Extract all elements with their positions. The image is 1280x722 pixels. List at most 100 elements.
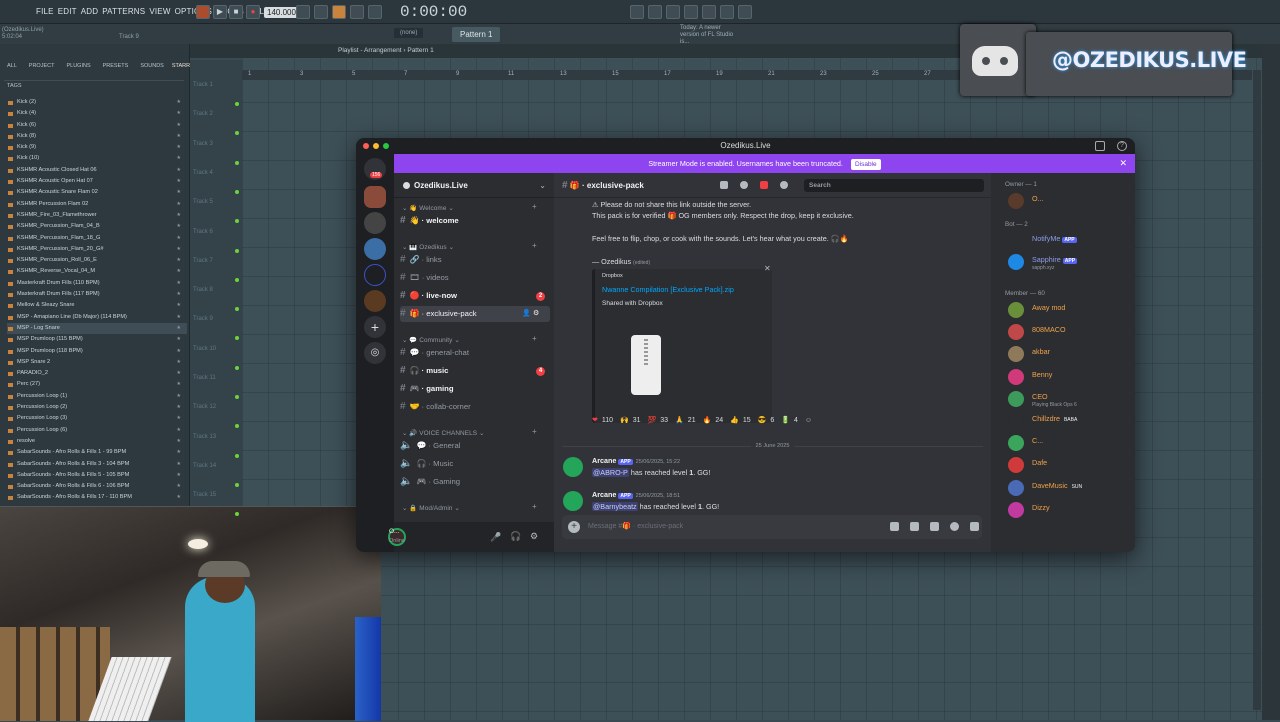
browser-item[interactable]: KSHMR_Percussion_Flam_18_G [7,233,187,244]
voice-gaming[interactable]: 🔈 🎮 · Gaming [400,474,550,490]
track-label[interactable]: Track 13 [193,434,216,440]
server-4-icon[interactable] [364,264,386,286]
member-row[interactable]: C... [1005,433,1133,453]
browser-item[interactable]: Masterkraft Drum Fills (117 BPM) [7,289,187,300]
server-header[interactable]: Ozedikus.Live ⌄ [394,173,554,198]
countdown-icon[interactable] [332,5,346,19]
banner-close-icon[interactable]: ✕ [1119,154,1127,173]
record-icon[interactable]: ● [246,5,260,19]
play-icon[interactable]: ▶ [213,5,227,19]
browser-item[interactable]: Kick (8) [7,131,187,142]
settings-gear-icon[interactable]: ⚙ [533,306,539,322]
track-label[interactable]: Track 6 [193,229,213,235]
add-server-icon[interactable]: + [364,316,386,338]
reaction-chip[interactable]: 👍 15 [730,416,751,424]
piano-roll-icon[interactable] [684,5,698,19]
reaction-chip[interactable]: 💯 33 [648,416,669,424]
voice-music[interactable]: 🔈 🎧 · Music [400,456,550,472]
track-label[interactable]: Track 15 [193,492,216,498]
playlist-icon[interactable] [702,5,716,19]
member-row[interactable]: DaveMusic SUN [1005,478,1133,498]
browser-item[interactable]: Masterkraft Drum Fills (110 BPM) [7,278,187,289]
member-bot[interactable]: NotifyMe APP [1005,231,1133,251]
attach-plus-icon[interactable]: + [568,521,580,533]
browser-item[interactable]: MSP Drumloop (115 BPM) [7,334,187,346]
minimize-window-icon[interactable] [373,143,379,149]
browser-item[interactable]: resolve [7,436,187,447]
server-ozedikus-icon[interactable] [364,186,386,208]
browser-item[interactable]: Kick (10) [7,153,187,165]
reaction-chip[interactable]: 🙌 31 [620,416,641,424]
zoom-window-icon[interactable] [383,143,389,149]
search-input[interactable]: Search [804,179,984,192]
track-label[interactable]: Track 10 [193,346,216,352]
browser-item[interactable]: KSHMR_Percussion_Roll_06_E [7,255,187,266]
browser-item[interactable]: SabarSounds - Afro Rolls & Fills 6 - 106… [7,481,187,492]
invite-icon[interactable]: 👤 [522,306,531,322]
pinned-messages-icon[interactable] [760,181,768,189]
browser-item[interactable]: Kick (9) [7,142,187,153]
browser-item[interactable]: MSP - Log Snare [7,322,187,335]
channel-videos[interactable]: # 🎞 · videos [400,270,550,286]
browser-item[interactable]: KSHMR Acoustic Closed Hat 06 [7,165,187,176]
member-row[interactable]: akbar [1005,344,1133,364]
tags-row[interactable]: TAGS [4,80,184,90]
server-2-icon[interactable] [364,212,386,234]
menu-item-file[interactable]: FILE [36,7,54,16]
track-label[interactable]: Track 1 [193,82,213,88]
channel-gaming[interactable]: # 🎮 · gaming [400,381,550,397]
reaction-chip[interactable]: ❤ 110 [592,416,613,424]
disable-button[interactable]: Disable [850,159,881,170]
track-mute-led[interactable] [235,482,239,487]
member-row[interactable]: 808MACO [1005,322,1133,342]
sticker-icon[interactable] [930,522,939,531]
track-mute-led[interactable] [235,160,239,165]
browser-item[interactable]: KSHMR_Percussion_Flam_20_G# [7,244,187,255]
notification-bell-icon[interactable] [740,181,748,189]
browser-item[interactable]: Percussion Loop (1) [7,391,187,402]
gif-icon[interactable] [910,522,919,531]
none-selector[interactable]: (none) [394,28,424,38]
member-owner[interactable]: O... [1005,191,1133,211]
browser-item[interactable]: MSP - Amapiano Line (Db Major) (114 BPM) [7,312,187,323]
browser-item[interactable]: KSHMR Acoustic Snare Flam 02 [7,187,187,199]
browser-item[interactable]: KSHMR Percussion Flam 02 [7,199,187,210]
metronome-icon[interactable] [296,5,310,19]
browser-item[interactable]: SabarSounds - Afro Rolls & Fills 3 - 104… [7,459,187,470]
browser-item[interactable]: KSHMR Acoustic Open Hat 07 [7,176,187,187]
add-channel-icon[interactable]: + [532,427,537,436]
browser-item[interactable]: PARADIO_2 [7,368,187,379]
close-window-icon[interactable] [363,143,369,149]
pattern-song-icon[interactable] [196,5,210,19]
track-mute-led[interactable] [235,395,239,399]
menu-item-patterns[interactable]: PATTERNS [102,7,145,16]
browser-item[interactable]: Percussion Loop (2) [7,402,187,413]
track-label[interactable]: Track 7 [193,258,213,264]
browser-item[interactable]: SabarSounds - Afro Rolls & Fills 5 - 105… [7,470,187,481]
track-mute-led[interactable] [235,365,239,370]
help-icon[interactable]: ? [1117,141,1127,151]
category-community[interactable]: ⌄ 💬 Community ⌄ + [402,334,537,344]
channel-music[interactable]: # 🎧 · music 4 [400,363,550,379]
category-ozedikus[interactable]: ⌄ 🎹 Ozedikus ⌄ + [402,241,537,251]
member-row[interactable]: Away mod [1005,300,1133,320]
browser-item[interactable]: Kick (2) [7,97,187,108]
headphones-icon[interactable]: 🎧 [510,531,521,542]
track-label[interactable]: Track 9 [193,316,213,322]
channel-live-now[interactable]: # 🔴 · live-now 2 [400,288,550,304]
category-mod-admin[interactable]: ⌄ 🔒 Mod/Admin ⌄ + [402,502,537,512]
track-label[interactable]: Track 5 [193,199,213,205]
member-row[interactable]: Benny [1005,367,1133,387]
plugin-icon[interactable] [738,5,752,19]
voice-general[interactable]: 🔈 💬 · General [400,438,550,454]
add-reaction-icon[interactable]: ☺ [805,417,812,424]
channel-welcome[interactable]: # 👋 · welcome [400,213,550,229]
member-row[interactable]: CEO Playing Black Ops 6 [1005,389,1133,409]
track-mute-led[interactable] [235,248,239,253]
playlist-scrollbar[interactable] [1253,70,1261,710]
step-icon[interactable] [368,5,382,19]
inbox-icon[interactable] [1095,141,1105,151]
gift-nitro-icon[interactable] [890,522,899,531]
member-bot[interactable]: Sapphire APP sapph.xyz [1005,252,1133,272]
category-voice[interactable]: ⌄ 🔊 VOICE CHANNELS ⌄ + [402,427,537,437]
